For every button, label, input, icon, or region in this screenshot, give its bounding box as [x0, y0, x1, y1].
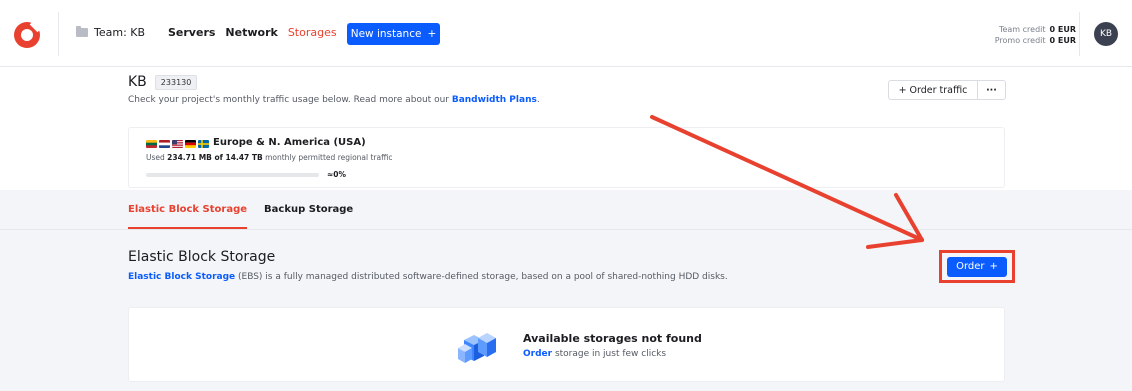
section-description: Elastic Block Storage (EBS) is a fully m…: [128, 272, 728, 282]
section-desc-text: (EBS) is a fully managed distributed sof…: [235, 272, 728, 282]
order-highlight-box: Order +: [939, 250, 1015, 283]
bandwidth-plans-link[interactable]: Bandwidth Plans: [452, 95, 537, 105]
usage-suffix: monthly permitted regional traffic: [262, 153, 393, 162]
storage-tabs: Elastic Block Storage Backup Storage: [128, 204, 353, 229]
avatar[interactable]: KB: [1094, 22, 1118, 46]
order-traffic-button[interactable]: + Order traffic: [889, 81, 978, 99]
order-storage-link[interactable]: Order: [523, 349, 552, 359]
order-button[interactable]: Order +: [947, 256, 1007, 277]
sweden-flag-icon: [198, 140, 209, 148]
divider: [1079, 12, 1080, 56]
new-instance-label: New instance: [350, 28, 422, 40]
project-title: KB 233130: [128, 74, 198, 90]
traffic-percent: ≈0%: [327, 170, 347, 179]
team-credit-value: 0 EUR: [1049, 25, 1076, 34]
region-traffic-card: Europe & N. America (USA) Used 234.71 MB…: [128, 127, 1005, 188]
empty-state-subtitle: Order storage in just few clicks: [523, 349, 666, 359]
empty-sub-text: storage in just few clicks: [552, 349, 667, 359]
project-name: KB: [128, 74, 147, 90]
order-label: Order: [956, 261, 985, 272]
tab-elastic-block-storage[interactable]: Elastic Block Storage: [128, 204, 248, 229]
nav-servers[interactable]: Servers: [168, 26, 215, 39]
region-flags: [146, 140, 209, 148]
project-desc-suffix: .: [536, 95, 540, 105]
team-label: Team: KB: [94, 26, 146, 39]
region-name: Europe & N. America (USA): [213, 137, 366, 148]
divider: [0, 229, 1132, 230]
usage-prefix: Used: [146, 153, 168, 162]
plus-icon: +: [989, 261, 998, 272]
germany-flag-icon: [185, 140, 196, 148]
plus-icon: +: [427, 28, 437, 40]
team-credit-label: Team credit: [998, 25, 1046, 34]
credits-summary: Team credit 0 EUR Promo credit 0 EUR: [995, 24, 1076, 46]
usa-flag-icon: [172, 140, 183, 148]
project-header: KB 233130 Check your project's monthly t…: [0, 67, 1132, 190]
empty-state-title: Available storages not found: [523, 332, 702, 345]
usage-value: 234.71 MB of 14.47 TB: [167, 153, 263, 162]
team-switcher[interactable]: Team: KB: [76, 26, 145, 39]
project-description: Check your project's monthly traffic usa…: [128, 95, 540, 105]
empty-state-card: Available storages not found Order stora…: [128, 307, 1005, 382]
order-traffic-group: + Order traffic ···: [888, 80, 1006, 100]
main-nav: Servers Network Storages: [168, 26, 337, 39]
more-options-button[interactable]: ···: [978, 85, 1005, 96]
folder-icon: [76, 26, 88, 37]
top-bar: Team: KB Servers Network Storages New in…: [0, 0, 1132, 67]
project-desc-text: Check your project's monthly traffic usa…: [128, 95, 452, 105]
project-id-badge: 233130: [154, 74, 198, 90]
brand-logo-icon[interactable]: [14, 22, 40, 48]
netherlands-flag-icon: [159, 140, 170, 148]
order-traffic-label: Order traffic: [909, 84, 968, 96]
nav-network[interactable]: Network: [225, 26, 277, 39]
lithuania-flag-icon: [146, 140, 157, 148]
section-title: Elastic Block Storage: [128, 249, 276, 265]
storage-cubes-icon: [458, 333, 496, 363]
divider: [58, 12, 59, 56]
ebs-link[interactable]: Elastic Block Storage: [128, 272, 235, 282]
nav-storages[interactable]: Storages: [288, 26, 337, 39]
traffic-usage-text: Used 234.71 MB of 14.47 TB monthly permi…: [146, 153, 392, 162]
new-instance-button[interactable]: New instance +: [347, 23, 440, 45]
promo-credit-value: 0 EUR: [1049, 36, 1076, 45]
tab-backup-storage[interactable]: Backup Storage: [264, 204, 353, 229]
promo-credit-label: Promo credit: [994, 36, 1046, 45]
traffic-progress-bar: [146, 173, 319, 177]
plus-icon: +: [898, 84, 907, 96]
